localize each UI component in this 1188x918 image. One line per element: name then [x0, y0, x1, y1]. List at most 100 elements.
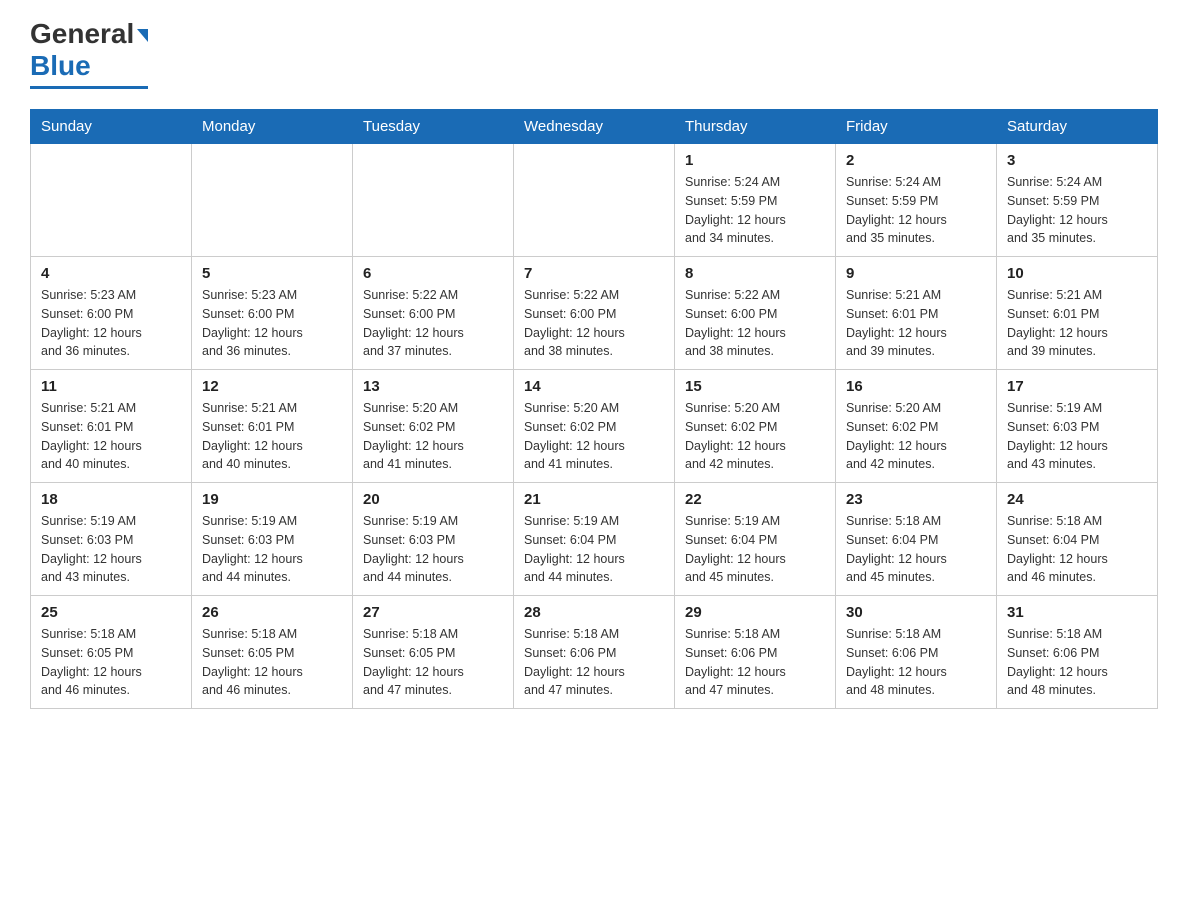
- day-info: Sunrise: 5:20 AM Sunset: 6:02 PM Dayligh…: [846, 399, 986, 474]
- day-number: 15: [685, 378, 825, 395]
- day-info: Sunrise: 5:21 AM Sunset: 6:01 PM Dayligh…: [846, 286, 986, 361]
- day-info: Sunrise: 5:23 AM Sunset: 6:00 PM Dayligh…: [202, 286, 342, 361]
- day-number: 12: [202, 378, 342, 395]
- calendar-cell: 15 Sunrise: 5:20 AM Sunset: 6:02 PM Dayli…: [675, 370, 836, 483]
- day-info: Sunrise: 5:20 AM Sunset: 6:02 PM Dayligh…: [524, 399, 664, 474]
- day-info: Sunrise: 5:22 AM Sunset: 6:00 PM Dayligh…: [363, 286, 503, 361]
- day-info: Sunrise: 5:21 AM Sunset: 6:01 PM Dayligh…: [1007, 286, 1147, 361]
- day-number: 7: [524, 265, 664, 282]
- calendar-cell: 10 Sunrise: 5:21 AM Sunset: 6:01 PM Dayli…: [997, 257, 1158, 370]
- day-info: Sunrise: 5:18 AM Sunset: 6:05 PM Dayligh…: [202, 625, 342, 700]
- logo-divider: [30, 86, 148, 89]
- calendar-cell: 21 Sunrise: 5:19 AM Sunset: 6:04 PM Dayli…: [514, 483, 675, 596]
- day-info: Sunrise: 5:23 AM Sunset: 6:00 PM Dayligh…: [41, 286, 181, 361]
- day-info: Sunrise: 5:19 AM Sunset: 6:03 PM Dayligh…: [41, 512, 181, 587]
- calendar-cell: [192, 144, 353, 257]
- day-number: 6: [363, 265, 503, 282]
- day-number: 23: [846, 491, 986, 508]
- calendar-cell: 19 Sunrise: 5:19 AM Sunset: 6:03 PM Dayli…: [192, 483, 353, 596]
- day-number: 5: [202, 265, 342, 282]
- day-number: 11: [41, 378, 181, 395]
- day-info: Sunrise: 5:24 AM Sunset: 5:59 PM Dayligh…: [685, 173, 825, 248]
- day-number: 27: [363, 604, 503, 621]
- week-row-3: 11 Sunrise: 5:21 AM Sunset: 6:01 PM Dayli…: [31, 370, 1158, 483]
- calendar-cell: 26 Sunrise: 5:18 AM Sunset: 6:05 PM Dayli…: [192, 596, 353, 709]
- calendar-cell: 28 Sunrise: 5:18 AM Sunset: 6:06 PM Dayli…: [514, 596, 675, 709]
- day-info: Sunrise: 5:20 AM Sunset: 6:02 PM Dayligh…: [685, 399, 825, 474]
- day-number: 22: [685, 491, 825, 508]
- day-info: Sunrise: 5:18 AM Sunset: 6:04 PM Dayligh…: [1007, 512, 1147, 587]
- week-row-5: 25Sunrise: 5:18 AM Sunset: 6:05 PM Dayli…: [31, 596, 1158, 709]
- day-number: 14: [524, 378, 664, 395]
- day-number: 30: [846, 604, 986, 621]
- day-number: 16: [846, 378, 986, 395]
- day-info: Sunrise: 5:19 AM Sunset: 6:03 PM Dayligh…: [1007, 399, 1147, 474]
- day-info: Sunrise: 5:18 AM Sunset: 6:06 PM Dayligh…: [846, 625, 986, 700]
- week-row-2: 4 Sunrise: 5:23 AM Sunset: 6:00 PM Daylig…: [31, 257, 1158, 370]
- day-number: 26: [202, 604, 342, 621]
- calendar-cell: 20 Sunrise: 5:19 AM Sunset: 6:03 PM Dayli…: [353, 483, 514, 596]
- day-info: Sunrise: 5:18 AM Sunset: 6:05 PM Dayligh…: [363, 625, 503, 700]
- calendar-cell: 13Sunrise: 5:20 AM Sunset: 6:02 PM Dayli…: [353, 370, 514, 483]
- calendar-cell: 22 Sunrise: 5:19 AM Sunset: 6:04 PM Dayli…: [675, 483, 836, 596]
- weekday-header-row: SundayMondayTuesdayWednesdayThursdayFrid…: [31, 110, 1158, 144]
- day-info: Sunrise: 5:19 AM Sunset: 6:04 PM Dayligh…: [524, 512, 664, 587]
- day-info: Sunrise: 5:21 AM Sunset: 6:01 PM Dayligh…: [202, 399, 342, 474]
- day-info: Sunrise: 5:18 AM Sunset: 6:06 PM Dayligh…: [1007, 625, 1147, 700]
- day-number: 18: [41, 491, 181, 508]
- day-info: Sunrise: 5:18 AM Sunset: 6:05 PM Dayligh…: [41, 625, 181, 700]
- day-info: Sunrise: 5:22 AM Sunset: 6:00 PM Dayligh…: [524, 286, 664, 361]
- calendar-cell: 7 Sunrise: 5:22 AM Sunset: 6:00 PM Daylig…: [514, 257, 675, 370]
- weekday-header-friday: Friday: [836, 110, 997, 144]
- calendar-cell: 8 Sunrise: 5:22 AM Sunset: 6:00 PM Daylig…: [675, 257, 836, 370]
- calendar-cell: [353, 144, 514, 257]
- day-info: Sunrise: 5:24 AM Sunset: 5:59 PM Dayligh…: [1007, 173, 1147, 248]
- calendar-cell: 18 Sunrise: 5:19 AM Sunset: 6:03 PM Dayli…: [31, 483, 192, 596]
- weekday-header-thursday: Thursday: [675, 110, 836, 144]
- day-number: 19: [202, 491, 342, 508]
- day-info: Sunrise: 5:19 AM Sunset: 6:03 PM Dayligh…: [202, 512, 342, 587]
- calendar-cell: 29 Sunrise: 5:18 AM Sunset: 6:06 PM Dayli…: [675, 596, 836, 709]
- calendar-cell: 23 Sunrise: 5:18 AM Sunset: 6:04 PM Dayli…: [836, 483, 997, 596]
- weekday-header-monday: Monday: [192, 110, 353, 144]
- day-number: 4: [41, 265, 181, 282]
- calendar-cell: 5 Sunrise: 5:23 AM Sunset: 6:00 PM Daylig…: [192, 257, 353, 370]
- day-info: Sunrise: 5:19 AM Sunset: 6:04 PM Dayligh…: [685, 512, 825, 587]
- day-info: Sunrise: 5:21 AM Sunset: 6:01 PM Dayligh…: [41, 399, 181, 474]
- calendar-cell: 6 Sunrise: 5:22 AM Sunset: 6:00 PM Daylig…: [353, 257, 514, 370]
- page-header: General Blue: [30, 20, 1158, 89]
- weekday-header-tuesday: Tuesday: [353, 110, 514, 144]
- day-info: Sunrise: 5:18 AM Sunset: 6:04 PM Dayligh…: [846, 512, 986, 587]
- calendar-cell: 30 Sunrise: 5:18 AM Sunset: 6:06 PM Dayli…: [836, 596, 997, 709]
- day-number: 24: [1007, 491, 1147, 508]
- day-number: 3: [1007, 152, 1147, 169]
- day-number: 9: [846, 265, 986, 282]
- day-info: Sunrise: 5:19 AM Sunset: 6:03 PM Dayligh…: [363, 512, 503, 587]
- day-info: Sunrise: 5:24 AM Sunset: 5:59 PM Dayligh…: [846, 173, 986, 248]
- day-number: 31: [1007, 604, 1147, 621]
- calendar-cell: 17Sunrise: 5:19 AM Sunset: 6:03 PM Dayli…: [997, 370, 1158, 483]
- day-number: 10: [1007, 265, 1147, 282]
- logo-blue-text: Blue: [30, 50, 91, 81]
- calendar-cell: 9 Sunrise: 5:21 AM Sunset: 6:01 PM Daylig…: [836, 257, 997, 370]
- day-number: 21: [524, 491, 664, 508]
- calendar-cell: 25Sunrise: 5:18 AM Sunset: 6:05 PM Dayli…: [31, 596, 192, 709]
- weekday-header-wednesday: Wednesday: [514, 110, 675, 144]
- weekday-header-sunday: Sunday: [31, 110, 192, 144]
- day-number: 8: [685, 265, 825, 282]
- calendar-cell: 14 Sunrise: 5:20 AM Sunset: 6:02 PM Dayli…: [514, 370, 675, 483]
- day-info: Sunrise: 5:22 AM Sunset: 6:00 PM Dayligh…: [685, 286, 825, 361]
- calendar-cell: 2Sunrise: 5:24 AM Sunset: 5:59 PM Daylig…: [836, 144, 997, 257]
- weekday-header-saturday: Saturday: [997, 110, 1158, 144]
- calendar-cell: [514, 144, 675, 257]
- day-info: Sunrise: 5:18 AM Sunset: 6:06 PM Dayligh…: [685, 625, 825, 700]
- calendar-table: SundayMondayTuesdayWednesdayThursdayFrid…: [30, 109, 1158, 709]
- calendar-cell: 24 Sunrise: 5:18 AM Sunset: 6:04 PM Dayli…: [997, 483, 1158, 596]
- day-number: 29: [685, 604, 825, 621]
- calendar-cell: 1Sunrise: 5:24 AM Sunset: 5:59 PM Daylig…: [675, 144, 836, 257]
- week-row-4: 18 Sunrise: 5:19 AM Sunset: 6:03 PM Dayli…: [31, 483, 1158, 596]
- day-info: Sunrise: 5:18 AM Sunset: 6:06 PM Dayligh…: [524, 625, 664, 700]
- day-number: 28: [524, 604, 664, 621]
- week-row-1: 1Sunrise: 5:24 AM Sunset: 5:59 PM Daylig…: [31, 144, 1158, 257]
- day-number: 20: [363, 491, 503, 508]
